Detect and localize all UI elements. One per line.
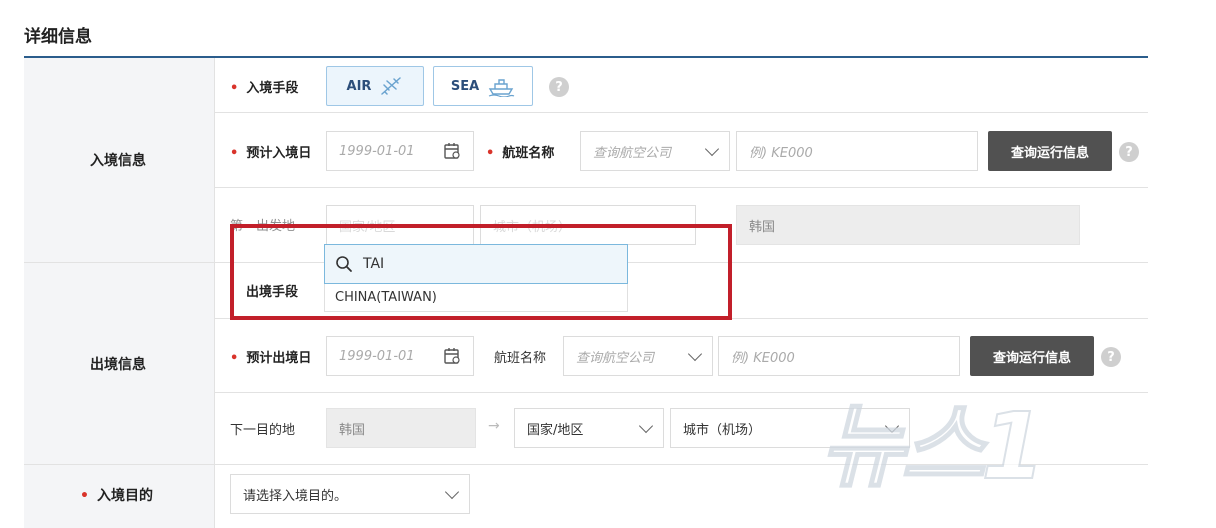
air-toggle-button[interactable]: AIR	[326, 66, 424, 106]
exit-date-input[interactable]: 1999-01-01	[326, 336, 474, 376]
sea-toggle-button[interactable]: SEA	[433, 66, 533, 106]
required-marker: •	[230, 81, 239, 96]
calendar-icon	[444, 143, 460, 159]
chevron-down-icon	[704, 141, 720, 156]
exit-date-label: • 预计出境日	[230, 351, 312, 366]
exit-flight-number-input[interactable]: 例) KE000	[718, 336, 960, 376]
help-icon[interactable]: ?	[1101, 347, 1121, 367]
purpose-select[interactable]: 请选择入境目的。	[230, 474, 470, 514]
entry-airline-select[interactable]: 查询航空公司	[580, 131, 730, 171]
required-marker: •	[230, 146, 239, 161]
required-marker: •	[80, 488, 89, 504]
news-watermark-logo: 뉴스1	[819, 392, 1046, 501]
required-marker: •	[230, 351, 239, 366]
column-divider	[214, 58, 215, 528]
help-icon[interactable]: ?	[1119, 142, 1139, 162]
entry-query-flight-button[interactable]: 查询运行信息	[988, 131, 1112, 171]
entry-destination-field: 韩国	[736, 205, 1080, 245]
ship-icon	[488, 79, 515, 97]
exit-flight-label: 航班名称	[494, 351, 547, 366]
chevron-down-icon	[444, 484, 460, 499]
row-divider	[214, 187, 1148, 188]
entry-info-label: 入境信息	[90, 153, 146, 169]
chevron-down-icon	[638, 418, 654, 433]
chevron-down-icon	[687, 346, 703, 361]
exit-airline-select[interactable]: 查询航空公司	[563, 336, 713, 376]
section-title: 详细信息	[24, 27, 92, 47]
required-marker: •	[486, 146, 495, 161]
row-divider	[214, 112, 1148, 113]
calendar-icon	[444, 348, 460, 364]
entry-date-input[interactable]: 1999-01-01	[326, 131, 474, 171]
exit-origin-field: 韩国	[326, 408, 476, 448]
exit-info-label: 出境信息	[90, 357, 146, 373]
entry-method-label: • 入境手段	[230, 81, 299, 96]
exit-country-select[interactable]: 国家/地区	[514, 408, 664, 448]
help-icon[interactable]: ?	[549, 77, 569, 97]
entry-flight-number-input[interactable]: 例) KE000	[736, 131, 978, 171]
entry-flight-label: • 航班名称	[486, 146, 555, 161]
highlight-box	[230, 224, 732, 320]
arrow-right-icon: →	[488, 418, 500, 434]
purpose-label: • 入境目的	[80, 488, 153, 504]
exit-next-destination-label: 下一目的地	[230, 423, 296, 438]
entry-date-label: • 预计入境日	[230, 146, 312, 161]
airplane-icon	[381, 77, 402, 95]
exit-query-flight-button[interactable]: 查询运行信息	[970, 336, 1094, 376]
